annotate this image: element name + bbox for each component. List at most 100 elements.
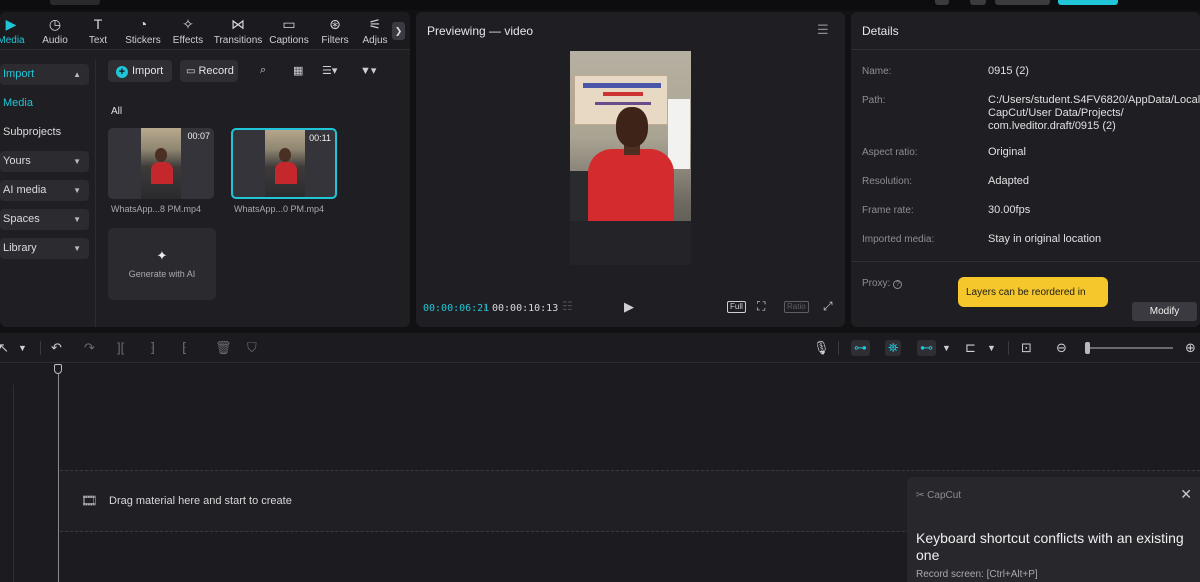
drop-hint: Drag material here and start to create xyxy=(109,495,292,507)
tab-effects[interactable]: ✧ Effects xyxy=(171,16,205,46)
timeline-view-icon[interactable]: ☷ xyxy=(562,299,573,313)
tab-label: Stickers xyxy=(125,35,161,46)
fullscreen-icon[interactable]: ⤢ xyxy=(823,299,833,314)
redo-icon[interactable]: ↷ xyxy=(84,340,95,356)
view-mode-icon[interactable]: ▦ xyxy=(293,64,303,77)
tab-label: Effects xyxy=(172,35,204,46)
total-timecode: 00:00:10:13 xyxy=(492,303,559,314)
sidebar-item-import[interactable]: Import ▲ xyxy=(0,64,89,85)
linkage-icon[interactable]: ⊷ xyxy=(917,340,936,356)
preview-title: Previewing — video xyxy=(427,24,534,38)
zoom-in-icon[interactable]: ⊕ xyxy=(1185,340,1196,356)
generate-label: Generate with AI xyxy=(128,269,196,279)
media-clip[interactable]: 00:07 xyxy=(108,128,214,199)
delete-icon[interactable]: 🗑 xyxy=(215,340,232,356)
close-icon[interactable]: ✕ xyxy=(1180,486,1192,503)
filter-all-label[interactable]: All xyxy=(111,106,122,117)
layers-tooltip: Layers can be reordered in xyxy=(958,277,1108,307)
detail-key-frame-rate: Frame rate: xyxy=(862,205,914,216)
media-clip-selected[interactable]: 00:11 xyxy=(231,128,337,199)
window-tab[interactable] xyxy=(50,0,100,5)
tab-text[interactable]: T Text xyxy=(85,16,111,46)
camera-icon: ▭ xyxy=(186,66,196,77)
split-icon[interactable]: ][ xyxy=(117,340,124,355)
sidebar-item-spaces[interactable]: Spaces ▼ xyxy=(0,209,89,230)
tab-captions[interactable]: ▭ Captions xyxy=(268,16,310,46)
play-icon[interactable]: ▶ xyxy=(624,299,634,315)
filter-icon[interactable]: ▼▾ xyxy=(360,64,376,77)
tab-adjustment[interactable]: ⚟ Adjus xyxy=(360,16,390,46)
microphone-icon[interactable]: 🎙 xyxy=(813,340,830,356)
modify-button[interactable]: Modify xyxy=(1132,302,1197,321)
effects-icon: ✧ xyxy=(182,16,194,32)
select-cursor-icon[interactable]: ↖ xyxy=(0,340,9,356)
clip-filename: WhatsApp...8 PM.mp4 xyxy=(111,204,202,214)
media-panel: ▶ Media ◷ Audio T Text ◔ Stickers ✧ Effe… xyxy=(0,12,410,327)
sidebar-item-ai-media[interactable]: AI media ▼ xyxy=(0,180,89,201)
tab-label: Captions xyxy=(269,35,309,46)
chevron-down-icon[interactable]: ▼ xyxy=(987,343,996,353)
media-content: + Import ▭ Record ⌕ ▦ ☰▾ ▼▾ All 00:07 What… xyxy=(98,60,410,327)
chevron-down-icon: ▼ xyxy=(73,244,81,253)
ratio-button[interactable]: Ratio xyxy=(784,301,809,313)
trim-right-icon[interactable]: ⁅ xyxy=(182,340,187,356)
detail-key-path: Path: xyxy=(862,95,886,106)
undo-icon[interactable]: ↶ xyxy=(51,340,62,356)
detail-key-resolution: Resolution: xyxy=(862,176,913,187)
chevron-down-icon[interactable]: ▼ xyxy=(18,343,27,353)
preview-axis-icon[interactable]: ⊏ xyxy=(965,340,976,356)
tab-audio[interactable]: ◷ Audio xyxy=(38,16,72,46)
caption-search-icon[interactable]: ⊡ xyxy=(1021,340,1032,356)
capcut-icon: ✂ xyxy=(916,490,925,501)
sidebar-item-library[interactable]: Library ▼ xyxy=(0,238,89,259)
playhead[interactable] xyxy=(58,374,59,582)
sidebar-item-yours[interactable]: Yours ▼ xyxy=(0,151,89,172)
sidebar-item-label: Import xyxy=(3,68,35,80)
import-button[interactable]: + Import xyxy=(108,60,172,82)
title-bar xyxy=(0,0,1200,10)
sort-icon[interactable]: ☰▾ xyxy=(322,64,337,77)
chevron-down-icon[interactable]: ▼ xyxy=(942,343,951,353)
menu-icon[interactable]: ☰ xyxy=(817,22,829,38)
tab-label: Audio xyxy=(42,35,68,46)
tab-filters[interactable]: ⊛ Filters xyxy=(319,16,351,46)
search-icon[interactable]: ⌕ xyxy=(260,64,266,77)
sidebar-item-label: Media xyxy=(3,97,33,109)
detail-key-aspect-ratio: Aspect ratio: xyxy=(862,147,918,158)
shield-icon[interactable]: ⛉ xyxy=(247,340,257,356)
export-button[interactable] xyxy=(1058,0,1118,5)
tabs-scroll-right-button[interactable]: ❯ xyxy=(392,22,405,40)
zoom-out-icon[interactable]: ⊖ xyxy=(1056,340,1067,356)
zoom-slider-handle[interactable] xyxy=(1085,342,1090,354)
chevron-down-icon: ▼ xyxy=(73,157,81,166)
filters-icon: ⊛ xyxy=(329,16,341,32)
crop-icon[interactable]: ⛶ xyxy=(757,299,765,314)
auto-snap-icon[interactable]: ⛯ xyxy=(885,340,902,356)
proxy-label: Proxy: xyxy=(862,278,891,289)
tab-stickers[interactable]: ◔ Stickers xyxy=(124,16,162,46)
detail-value-name: 0915 (2) xyxy=(988,65,1029,77)
tab-transitions[interactable]: ⋈ Transitions xyxy=(212,16,264,46)
upgrade-button[interactable] xyxy=(995,0,1050,5)
captions-icon: ▭ xyxy=(282,16,296,32)
trim-left-icon[interactable]: ⁆ xyxy=(150,340,155,356)
tab-media[interactable]: ▶ Media xyxy=(0,16,26,46)
record-label: Record xyxy=(198,65,234,77)
detail-value-imported-media: Stay in original location xyxy=(988,233,1102,245)
magnet-link-icon[interactable]: ⊶ xyxy=(851,340,870,356)
sparkle-icon: ✦ xyxy=(156,248,168,263)
record-button[interactable]: ▭ Record xyxy=(180,60,238,82)
detail-key-imported-media: Imported media: xyxy=(862,234,935,245)
help-icon[interactable]: ? xyxy=(893,280,903,289)
zoom-slider-track[interactable] xyxy=(1087,347,1173,349)
sidebar-item-subprojects[interactable]: Subprojects xyxy=(0,122,89,143)
video-preview[interactable] xyxy=(570,51,691,265)
window-control[interactable] xyxy=(935,0,949,5)
window-control[interactable] xyxy=(970,0,986,5)
sidebar-item-media[interactable]: Media xyxy=(0,93,89,114)
full-quality-button[interactable]: Full xyxy=(727,301,746,313)
text-icon: T xyxy=(93,16,103,32)
generate-with-ai-card[interactable]: ✦ Generate with AI xyxy=(108,228,216,300)
tab-label: Filters xyxy=(321,35,349,46)
playhead-handle[interactable] xyxy=(54,364,62,374)
